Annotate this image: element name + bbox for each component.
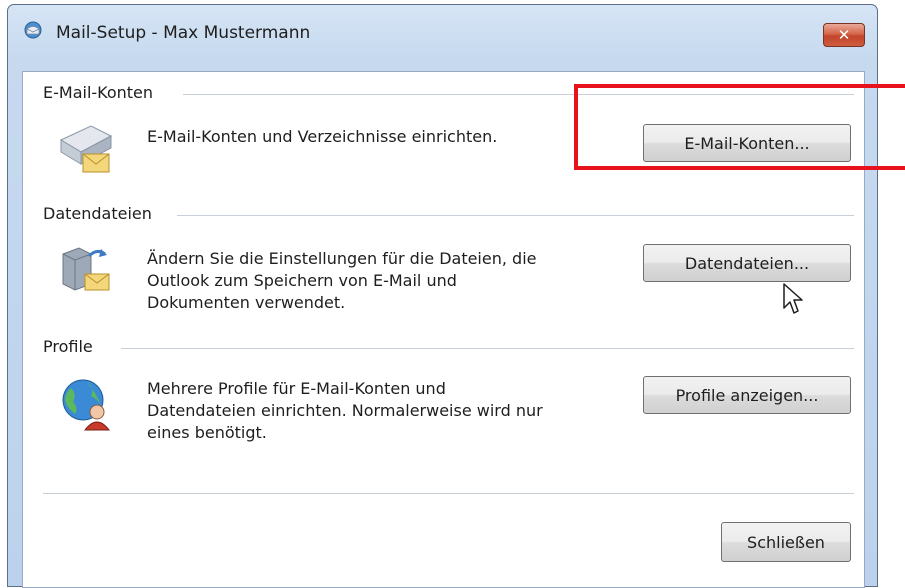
mail-setup-icon <box>24 21 42 39</box>
accounts-divider <box>183 94 854 95</box>
accounts-heading: E-Mail-Konten <box>43 83 160 102</box>
datafiles-divider <box>177 215 854 216</box>
profiles-description: Mehrere Profile für E-Mail-Konten und Da… <box>147 378 543 444</box>
datafiles-heading: Datendateien <box>43 204 158 223</box>
dialog-content: E-Mail-Konten E-Mail-Konten und Verzeich… <box>22 71 865 588</box>
window-title: Mail-Setup - Max Mustermann <box>56 23 311 43</box>
profiles-heading: Profile <box>43 337 99 356</box>
close-button[interactable]: Schließen <box>721 522 851 562</box>
accounts-description: E-Mail-Konten und Verzeichnisse einricht… <box>147 126 497 148</box>
profiles-description-line: Mehrere Profile für E-Mail-Konten und <box>147 379 446 398</box>
mouse-pointer-icon <box>783 283 803 314</box>
close-icon: ✕ <box>837 26 851 44</box>
datafiles-description-line: Outlook zum Speichern von E-Mail und <box>147 271 457 290</box>
close-window-button[interactable]: ✕ <box>823 23 865 47</box>
show-profiles-button[interactable]: Profile anzeigen... <box>643 376 851 414</box>
title-bar[interactable]: Mail-Setup - Max Mustermann ✕ <box>8 5 877 47</box>
profiles-icon <box>62 379 111 431</box>
data-files-icon <box>62 247 110 291</box>
mail-setup-dialog: Mail-Setup - Max Mustermann ✕ E-Mail-Kon… <box>7 4 878 588</box>
data-files-button[interactable]: Datendateien... <box>643 244 851 282</box>
email-accounts-button[interactable]: E-Mail-Konten... <box>643 124 851 162</box>
datafiles-description: Ändern Sie die Einstellungen für die Dat… <box>147 248 536 314</box>
profiles-divider <box>121 348 854 349</box>
footer-divider <box>43 493 854 494</box>
profiles-description-line: eines benötigt. <box>147 423 267 442</box>
datafiles-description-line: Dokumenten verwendet. <box>147 293 346 312</box>
accounts-description-line: E-Mail-Konten und Verzeichnisse einricht… <box>147 127 498 146</box>
profiles-description-line: Datendateien einrichten. Normalerweise w… <box>147 401 543 420</box>
email-accounts-icon <box>59 125 113 173</box>
datafiles-description-line: Ändern Sie die Einstellungen für die Dat… <box>147 249 537 268</box>
